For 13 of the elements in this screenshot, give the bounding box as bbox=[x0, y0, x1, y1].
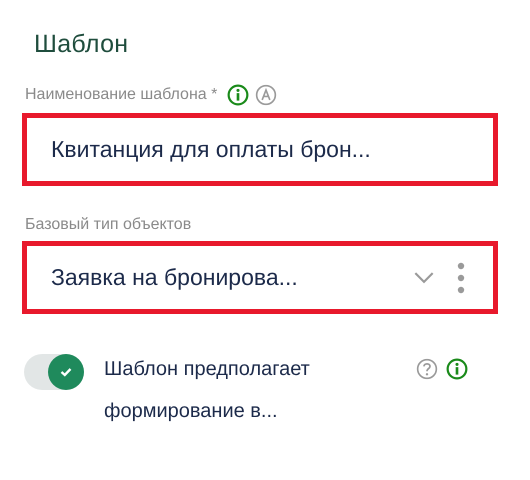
info-icon[interactable] bbox=[446, 358, 468, 380]
text-field[interactable]: Квитанция для оплаты брон... bbox=[22, 113, 498, 186]
toggle-label: Шаблон предполагает формирование в... bbox=[104, 357, 311, 424]
field-label: Базовый тип объектов bbox=[25, 216, 192, 234]
more-icon[interactable] bbox=[457, 262, 465, 294]
toggle-switch[interactable] bbox=[24, 354, 84, 390]
chevron-down-icon[interactable] bbox=[413, 271, 435, 284]
section-title: Шаблон bbox=[34, 30, 130, 59]
checkmark-icon bbox=[60, 367, 72, 377]
field-label: Наименование шаблона * bbox=[25, 86, 218, 104]
help-icon[interactable] bbox=[416, 358, 438, 380]
letter-a-icon[interactable] bbox=[255, 84, 278, 106]
info-icon[interactable] bbox=[227, 84, 250, 106]
